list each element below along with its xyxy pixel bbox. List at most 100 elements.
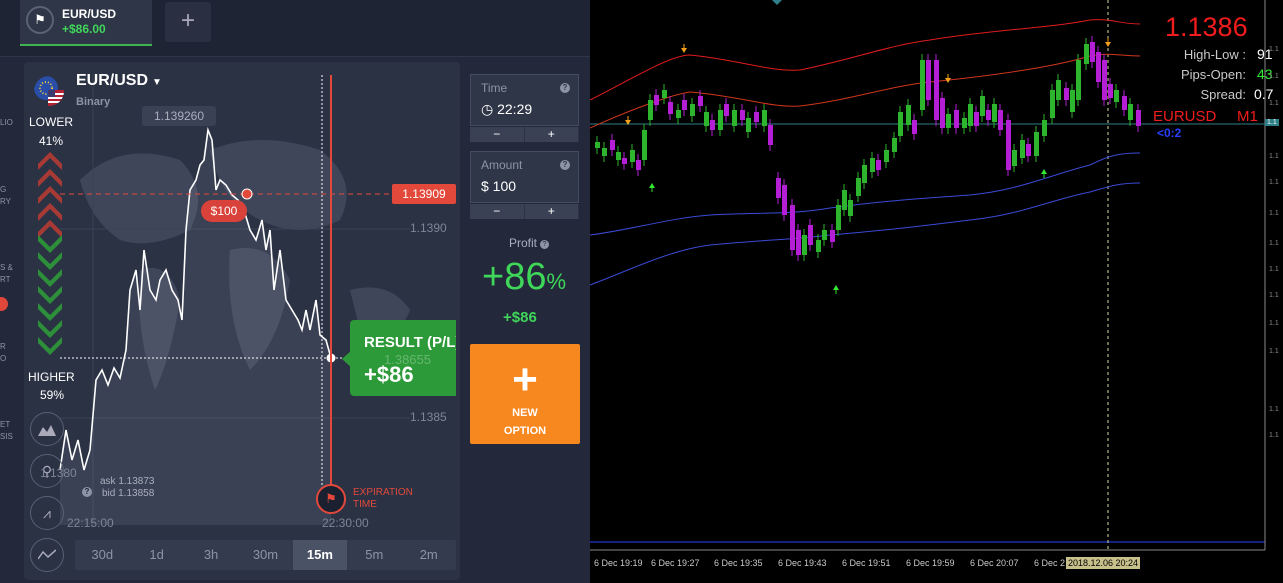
candle: [595, 142, 600, 148]
new-option-button[interactable]: + NEW OPTION: [470, 344, 580, 444]
candle: [974, 112, 979, 126]
time-minus-button[interactable]: −: [470, 127, 525, 142]
candle: [892, 138, 897, 152]
candle: [668, 102, 673, 114]
chart-type-tool[interactable]: [30, 412, 64, 446]
candle: [1128, 104, 1133, 120]
profit-label: Profit?: [509, 236, 550, 250]
sentiment-chevron: [38, 252, 62, 270]
binary-platform: ⚑ EUR/USD +$86.00 + LIO G RY S & RT R O …: [0, 0, 590, 583]
info-icon[interactable]: ?: [82, 487, 92, 497]
crosshair-time-label: 2018.12.06 20:24: [1066, 557, 1141, 569]
indicator-tool[interactable]: [30, 538, 64, 572]
candle: [1102, 60, 1107, 100]
timeframe-2m[interactable]: 2m: [402, 540, 456, 570]
compass-icon: ⩘: [43, 505, 51, 521]
time-plus-button[interactable]: +: [525, 127, 579, 142]
help-icon[interactable]: ?: [540, 240, 550, 249]
time-box[interactable]: Time ? ◷ 22:29: [470, 74, 579, 126]
y-axis-label: 1.1: [1269, 432, 1279, 439]
mt4-chart: 1.1386 High-Low : 91 Pips-Open: 43 Sprea…: [590, 0, 1283, 583]
pair-name: EUR/USD: [76, 72, 149, 89]
pair-selector[interactable]: EUR/USD ▼: [76, 72, 162, 90]
candle: [934, 60, 939, 120]
amount-minus-button[interactable]: −: [470, 204, 525, 219]
candle: [662, 90, 667, 98]
candle: [986, 110, 991, 120]
candle: [732, 110, 737, 126]
y-axis-label: 1.1: [1269, 46, 1279, 53]
lower-percent: 41%: [39, 134, 64, 148]
x-axis-label: 6 Dec 19:59: [906, 558, 955, 568]
timeframe-label: M1: [1237, 108, 1258, 125]
sentiment-chevron: [38, 320, 62, 338]
candle: [912, 120, 917, 134]
amount-value: $ 100: [481, 178, 517, 194]
candle: [946, 114, 951, 128]
timeframe-30d[interactable]: 30d: [75, 540, 129, 570]
candle: [1090, 42, 1095, 62]
timeframe-30m[interactable]: 30m: [238, 540, 292, 570]
period-marker-icon: [772, 0, 782, 5]
timeframe-1d[interactable]: 1d: [129, 540, 183, 570]
candle: [704, 112, 709, 126]
expiration-line2: TIME: [353, 499, 377, 510]
drawing-tool[interactable]: ⩘: [30, 496, 64, 530]
y-axis-label: 1.1: [1269, 320, 1279, 327]
candle: [790, 205, 795, 250]
ask-price: ask 1.13873: [100, 476, 155, 487]
clock-icon: ◷: [481, 101, 494, 117]
candle: [842, 190, 847, 210]
sentiment-chevron: [38, 235, 62, 253]
symbol-label: EURUSD: [1153, 108, 1217, 125]
profit-value: +$86: [503, 309, 537, 326]
candle: [776, 178, 781, 198]
timeframe-5m[interactable]: 5m: [347, 540, 401, 570]
sentiment-chevron: [38, 269, 62, 287]
y-axis-label: 1.1: [1269, 406, 1279, 413]
stat-key: High-Low :: [1183, 47, 1246, 62]
candle: [762, 110, 767, 126]
timeframe-3h[interactable]: 3h: [184, 540, 238, 570]
candle: [830, 230, 835, 242]
candle: [654, 95, 659, 105]
indicator-icon: [37, 549, 57, 560]
timeframe-bar: 30d 1d 3h 30m 15m 5m 2m: [75, 540, 456, 570]
help-icon[interactable]: ?: [560, 83, 570, 93]
amount-plus-button[interactable]: +: [525, 204, 579, 219]
candle: [782, 185, 787, 215]
candle: [1026, 144, 1031, 156]
ask-bid: ask 1.13873 bid 1.13858: [100, 476, 155, 500]
caret-down-icon: ▼: [152, 77, 162, 88]
candle: [870, 158, 875, 172]
profit-percent-number: +86: [482, 256, 547, 298]
time-stepper: − +: [470, 127, 579, 142]
x-axis-label: 6 Dec 19:43: [778, 558, 827, 568]
candle: [636, 160, 641, 170]
timeframe-15m[interactable]: 15m: [292, 540, 348, 570]
candle: [754, 112, 759, 122]
bet-amount-tag: $100: [201, 200, 247, 222]
candle: [926, 60, 931, 100]
amount-stepper: − +: [470, 204, 579, 219]
candle: [940, 98, 945, 128]
sentiment-chevrons: [38, 152, 62, 355]
time-label: Time: [481, 81, 508, 95]
stat-key: Pips-Open:: [1180, 67, 1246, 82]
higher-percent: 59%: [40, 388, 65, 402]
sentiment-chevron: [38, 303, 62, 321]
strike-marker: [241, 188, 253, 200]
y-axis-label: 1.1: [1269, 292, 1279, 299]
amount-box[interactable]: Amount ? $ 100: [470, 151, 579, 203]
candle: [962, 118, 967, 128]
candle: [698, 96, 703, 106]
candle: [718, 110, 723, 130]
new-option-line2: OPTION: [503, 425, 547, 437]
buy-arrow-icon: [833, 285, 839, 290]
candle: [1042, 120, 1047, 136]
candle: [876, 160, 881, 170]
candle: [1108, 84, 1113, 98]
strike-price-tag: 1.13909: [392, 184, 456, 204]
help-icon[interactable]: ?: [560, 160, 570, 170]
sentiment-chevron: [38, 337, 62, 355]
